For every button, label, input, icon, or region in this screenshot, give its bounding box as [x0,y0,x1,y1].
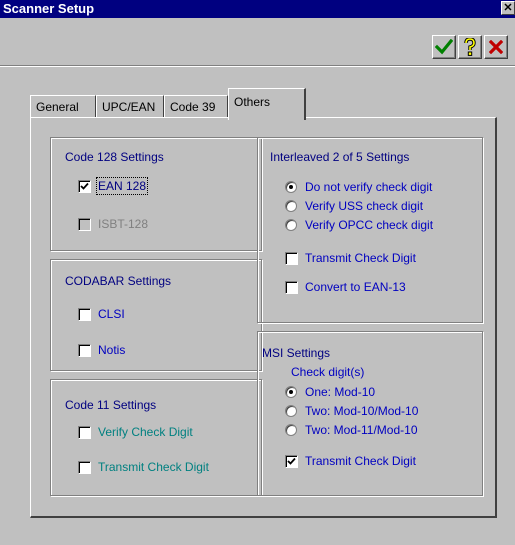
cancel-button[interactable] [484,35,508,59]
tab-general[interactable]: General [30,95,96,118]
notis-label[interactable]: Notis [98,343,125,357]
i2of5-option-uss-label[interactable]: Verify USS check digit [305,199,423,213]
tab-upc-ean[interactable]: UPC/EAN [96,95,164,118]
i2of5-option-no-verify-label[interactable]: Do not verify check digit [305,180,432,194]
scanner-setup-dialog: Scanner Setup ✕ General UPC/EAN Code 39 … [0,0,515,545]
code11-transmit-label[interactable]: Transmit Check Digit [98,460,209,474]
code128-title: Code 128 Settings [65,150,164,164]
msi-transmit-label[interactable]: Transmit Check Digit [305,454,416,468]
check-mark-icon [287,457,296,465]
ok-check-icon [435,39,453,55]
convert-ean13-label[interactable]: Convert to EAN-13 [305,280,406,294]
i2of5-option-uss-radio[interactable] [285,200,297,212]
i2of5-option-no-verify-radio[interactable] [285,181,297,193]
window-title: Scanner Setup [3,1,95,16]
help-question-icon [464,38,476,56]
codabar-title: CODABAR Settings [65,274,172,288]
notis-checkbox[interactable] [78,344,91,357]
ean128-checkbox[interactable] [78,180,91,193]
isbt128-checkbox[interactable] [78,218,91,231]
i2of5-option-opcc-radio[interactable] [285,219,297,231]
msi-option-mod10-label[interactable]: One: Mod-10 [305,385,375,399]
msi-option-mod11-mod10-radio[interactable] [285,424,297,436]
code11-verify-label[interactable]: Verify Check Digit [98,425,193,439]
convert-ean13-checkbox[interactable] [285,281,298,294]
tab-code-39[interactable]: Code 39 [164,95,228,118]
code11-verify-checkbox[interactable] [78,426,91,439]
msi-option-mod10-radio[interactable] [285,386,297,398]
msi-group: MSI Settings Check digit(s) One: Mod-10 … [257,331,483,496]
tab-others[interactable]: Others [228,88,306,120]
code11-transmit-checkbox[interactable] [78,461,91,474]
i2of5-transmit-label[interactable]: Transmit Check Digit [305,251,416,265]
others-tab-panel: Code 128 Settings EAN 128 ISBT-128 CODAB… [30,117,497,518]
msi-option-mod11-mod10-label[interactable]: Two: Mod-11/Mod-10 [305,423,418,437]
clsi-checkbox[interactable] [78,308,91,321]
check-mark-icon [80,182,89,190]
clsi-label[interactable]: CLSI [98,307,125,321]
msi-transmit-checkbox[interactable] [285,455,298,468]
msi-title: MSI Settings [262,346,331,360]
i2of5-title: Interleaved 2 of 5 Settings [270,150,410,164]
msi-option-mod10-mod10-label[interactable]: Two: Mod-10/Mod-10 [305,404,418,418]
toolbar [0,18,515,66]
title-bar: Scanner Setup ✕ [0,0,515,18]
cancel-x-icon [489,40,503,54]
code11-title: Code 11 Settings [65,398,157,412]
ok-button[interactable] [432,35,456,59]
isbt128-label[interactable]: ISBT-128 [98,217,148,231]
help-button[interactable] [458,35,482,59]
i2of5-option-opcc-label[interactable]: Verify OPCC check digit [305,218,433,232]
msi-option-mod10-mod10-radio[interactable] [285,405,297,417]
ean128-label[interactable]: EAN 128 [95,177,149,195]
code11-group: Code 11 Settings Verify Check Digit Tran… [50,379,262,496]
code128-group: Code 128 Settings EAN 128 ISBT-128 [50,137,262,251]
i2of5-group: Interleaved 2 of 5 Settings Do not verif… [257,137,483,323]
i2of5-transmit-checkbox[interactable] [285,252,298,265]
msi-subtitle: Check digit(s) [291,365,365,379]
codabar-group: CODABAR Settings CLSI Notis [50,259,262,371]
close-icon[interactable]: ✕ [501,1,515,15]
